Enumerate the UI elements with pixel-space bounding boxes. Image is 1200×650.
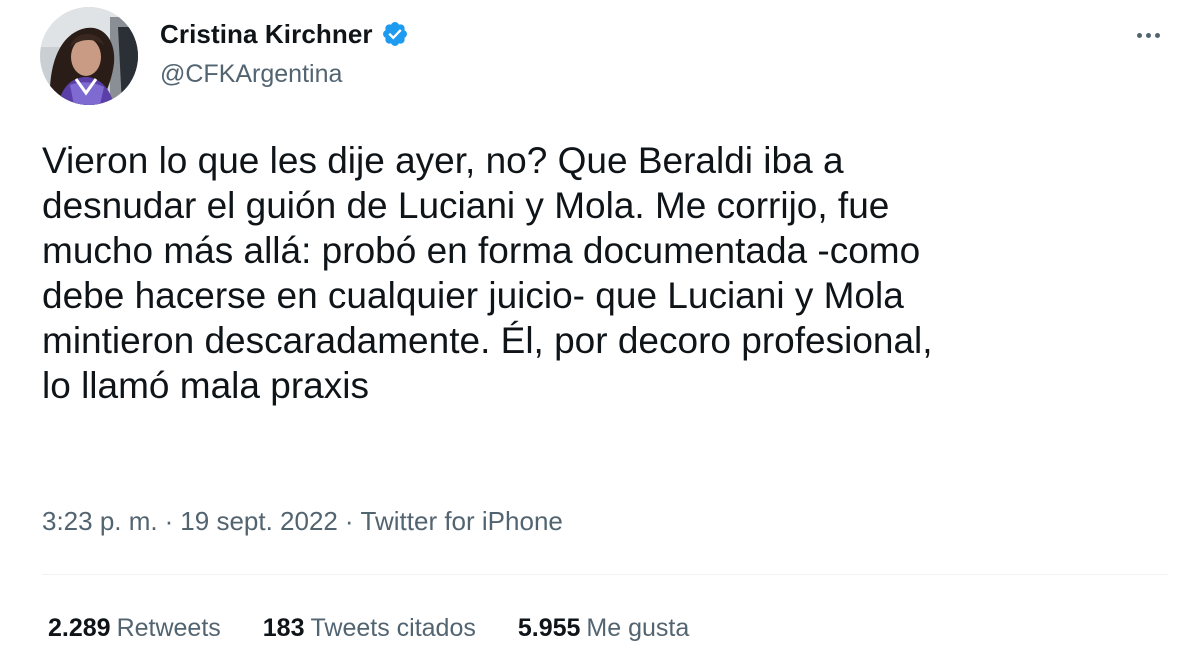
author-block: Cristina Kirchner @CFKArgentina — [160, 16, 409, 89]
quotes-label: Tweets citados — [310, 614, 476, 642]
tweet-stats: 2.289 Retweets 183 Tweets citados 5.955 Me … — [48, 614, 731, 643]
display-name[interactable]: Cristina Kirchner — [160, 19, 373, 50]
retweets-stat[interactable]: 2.289 Retweets — [48, 614, 221, 643]
likes-label: Me gusta — [586, 614, 690, 642]
avatar[interactable] — [40, 7, 138, 105]
name-row: Cristina Kirchner — [160, 16, 409, 52]
verified-badge-icon — [381, 20, 409, 48]
retweets-count: 2.289 — [48, 614, 111, 642]
likes-count: 5.955 — [517, 614, 581, 642]
more-dot — [1145, 32, 1151, 38]
likes-stat[interactable]: 5.955 Me gusta — [518, 614, 689, 643]
more-options-icon[interactable] — [1128, 18, 1168, 52]
divider — [42, 574, 1168, 575]
more-dot — [1136, 32, 1142, 38]
tweet-meta: 3:23 p. m. · 19 sept. 2022 · Twitter for iPh… — [42, 506, 563, 537]
tweet-time[interactable]: 3:23 p. m. — [42, 506, 158, 536]
tweet-source[interactable]: Twitter for iPhone — [361, 506, 563, 536]
more-dot — [1154, 32, 1160, 38]
retweets-label: Retweets — [116, 614, 221, 642]
meta-separator: · — [344, 506, 354, 536]
tweet-text: Vieron lo que les dije ayer, no? Que Ber… — [42, 140, 933, 406]
tweet-card: Cristina Kirchner @CFKArgentina Vieron l… — [0, 0, 1200, 650]
avatar-image — [40, 7, 138, 105]
tweet-date[interactable]: 19 sept. 2022 — [180, 506, 338, 536]
handle[interactable]: @CFKArgentina — [160, 60, 409, 89]
quotes-count: 183 — [262, 614, 305, 642]
meta-separator: · — [164, 506, 174, 536]
quotes-stat[interactable]: 183 Tweets citados — [263, 614, 476, 643]
